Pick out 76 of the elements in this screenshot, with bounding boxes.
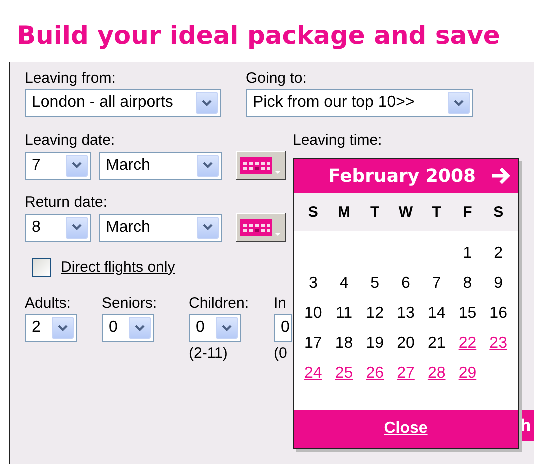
calendar-day: 20 [397,335,415,353]
weekday-label: M [337,204,352,220]
calendar-day[interactable]: 22 [458,335,477,353]
calendar-day: 10 [304,305,322,323]
field-label: Leaving time: [293,132,382,149]
next-month-arrow-icon[interactable] [490,166,512,186]
day-dropdown[interactable]: 8 [25,214,91,242]
calendar-day: 17 [304,335,322,353]
chevron-icon [72,162,82,169]
chevron-icon [203,162,213,169]
chevron-icon [72,224,82,231]
close-link[interactable]: Close [384,420,428,438]
calendar-day: 16 [490,305,508,323]
calendar-day: 2 [494,245,504,263]
direct-flights-link[interactable]: Direct flights only [61,259,176,276]
calendar-day: 21 [428,335,446,353]
calendar-day[interactable]: 29 [458,365,477,383]
chevron-icon [58,324,68,332]
calendar-icon [240,218,284,238]
calendar-button[interactable] [236,151,286,180]
field-label: Going to: [246,70,308,87]
weekday-label: F [462,204,474,220]
calendar-day: 19 [366,335,384,353]
page-title: Build your ideal package and save [17,20,500,52]
calendar-day: 13 [397,305,415,323]
field-label: Children: [189,295,250,312]
destination-dropdown[interactable]: Pick from our top 10>> [246,89,473,117]
field-label: In [274,295,288,312]
calendar-day: 8 [463,275,472,293]
calendar-month: February 2008 [328,166,476,186]
weekday-label: W [398,204,414,220]
calendar-day: 15 [458,305,477,323]
age-range-note: (2-11) [189,345,229,362]
weekday-label: T [370,204,381,220]
chevron-icon [135,324,145,332]
calendar-day[interactable]: 28 [428,365,446,383]
weekday-label: S [492,204,505,220]
calendar-day: 3 [308,275,318,293]
field-label: Leaving date: [25,132,116,149]
calendar-day[interactable]: 23 [490,335,508,353]
calendar-day: 5 [370,275,380,293]
calendar-day: 9 [494,275,504,293]
passenger-dropdown[interactable]: 0 [102,314,154,342]
chevron-icon [203,224,213,231]
calendar-day: 14 [428,305,446,323]
chevron-icon [202,100,212,106]
calendar-day: 1 [463,245,472,263]
passenger-dropdown[interactable]: 0 [274,314,292,342]
calendar-day: 4 [340,275,349,293]
field-label: Adults: [25,295,72,312]
weekday-label: S [307,204,320,220]
calendar-day[interactable]: 26 [366,365,384,383]
calendar-day: 18 [335,335,354,353]
calendar-icon [240,156,284,176]
calendar-day[interactable]: 27 [397,365,415,383]
passenger-dropdown[interactable]: 0 [189,314,241,342]
calendar-day: 6 [402,275,410,293]
checkbox[interactable] [32,258,51,277]
calendar-day[interactable]: 24 [304,365,322,383]
passenger-dropdown[interactable]: 2 [25,314,77,342]
day-dropdown[interactable]: 7 [25,152,91,180]
weekday-label: T [431,204,442,220]
field-label: Leaving from: [25,70,117,87]
calendar-day: 11 [336,305,353,323]
calendar-day: 12 [366,305,384,323]
chevron-icon [222,324,232,332]
chevron-icon [454,100,464,106]
field-label: Return date: [25,194,109,211]
field-label: Seniors: [102,295,158,312]
calendar-day: 7 [432,275,442,293]
departure-dropdown[interactable]: London - all airports [25,89,221,117]
month-dropdown[interactable]: March [99,152,222,180]
age-range-note: (0 [274,345,288,362]
calendar-day[interactable]: 25 [335,365,354,383]
calendar-button[interactable] [236,213,286,242]
month-dropdown[interactable]: March [99,214,222,242]
